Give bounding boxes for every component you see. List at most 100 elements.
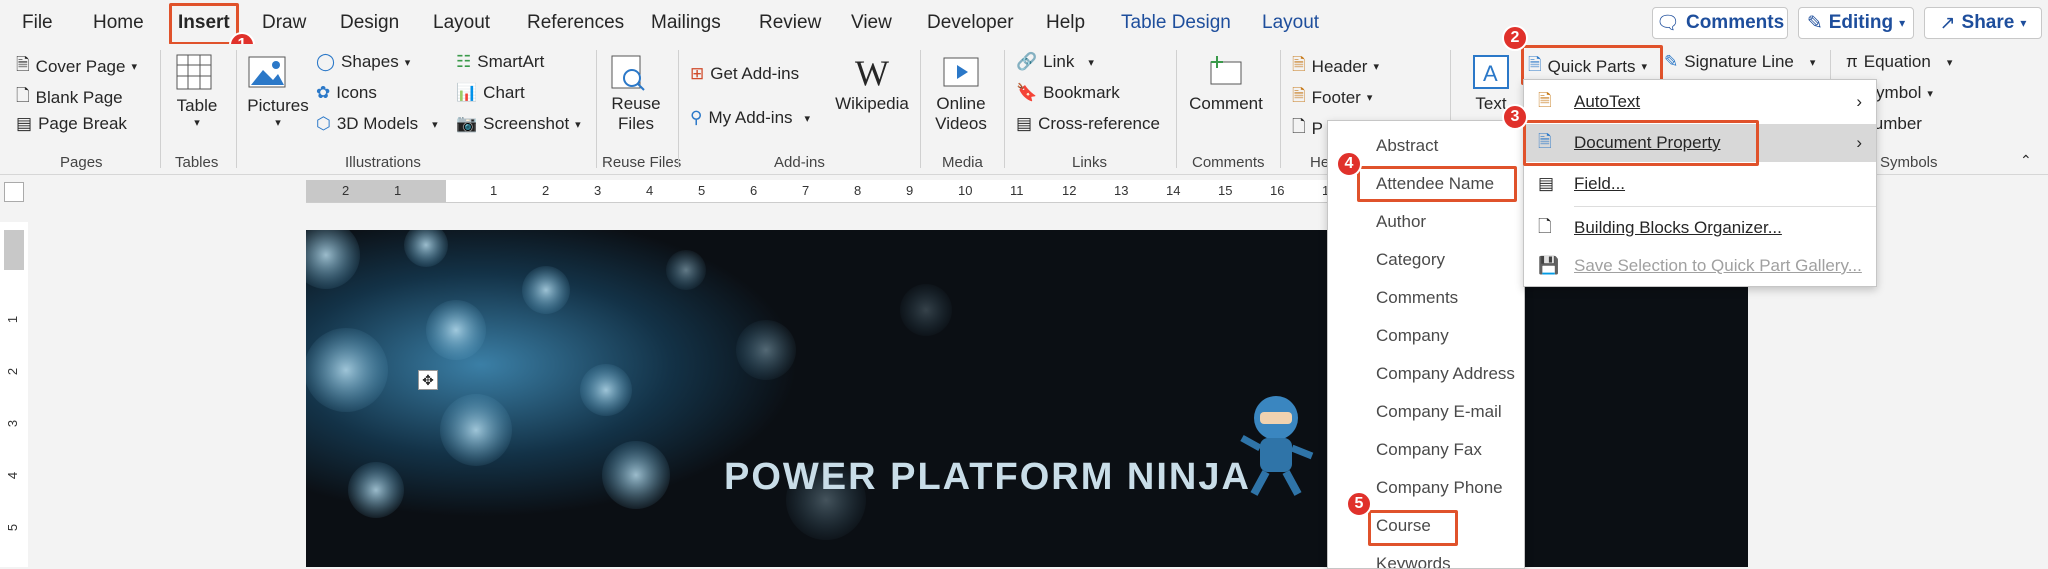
table-icon	[176, 54, 212, 90]
tab-home[interactable]: Home	[93, 12, 144, 34]
ribbon-tab-bar: File Home Insert Draw Design Layout Refe…	[0, 0, 2048, 58]
store-icon: ⊞	[690, 64, 705, 83]
property-menu-item[interactable]: Category	[1376, 250, 1445, 270]
new-comment-button[interactable]: Comment	[1186, 52, 1266, 114]
ruler-label: 13	[1114, 183, 1129, 198]
my-add-ins-button[interactable]: ⚲ My Add-ins ▾	[690, 108, 810, 128]
shapes-label: Shapes	[341, 52, 399, 71]
tab-table-layout[interactable]: Layout	[1262, 12, 1319, 34]
property-menu-item[interactable]: Company E-mail	[1376, 402, 1502, 422]
property-menu-item[interactable]: Company Phone	[1376, 478, 1503, 498]
table-move-handle[interactable]: ✥	[418, 370, 438, 390]
group-label-media: Media	[942, 154, 983, 171]
header-button[interactable]: 🗎 Header ▾	[1292, 52, 1379, 81]
page-break-button[interactable]: ▤ Page Break	[16, 114, 127, 134]
ruler-corner[interactable]	[4, 182, 24, 202]
share-button[interactable]: ↗ Share ▾	[1924, 7, 2042, 39]
step-badge-2: 2	[1502, 25, 1528, 51]
step-badge-4: 4	[1336, 151, 1362, 177]
tab-draw[interactable]: Draw	[262, 12, 306, 34]
property-menu-item[interactable]: Comments	[1376, 288, 1458, 308]
bookmark-button[interactable]: 🔖 Bookmark	[1016, 83, 1120, 103]
save-selection-menu-item[interactable]: 💾 Save Selection to Quick Part Gallery..…	[1524, 248, 1876, 284]
tab-table-design[interactable]: Table Design	[1121, 12, 1231, 34]
chart-button[interactable]: 📊 Chart	[456, 83, 525, 103]
reuse-files-button[interactable]: Reuse Files	[606, 52, 666, 134]
cover-page-button[interactable]: 🗎 Cover Page ▾	[16, 52, 137, 81]
text-box-icon: A	[1473, 55, 1509, 89]
ruler-label: 14	[1166, 183, 1181, 198]
header-icon: 🗎	[1292, 55, 1306, 74]
autotext-menu-item[interactable]: 🗎 AutoText ›	[1524, 84, 1876, 120]
equation-button[interactable]: π Equation ▾	[1846, 52, 1952, 72]
cross-reference-button[interactable]: ▤ Cross-reference	[1016, 114, 1160, 134]
link-button[interactable]: 🔗 Link ▾	[1016, 52, 1094, 72]
cover-page-label: Cover Page	[35, 56, 126, 76]
blank-page-icon: 🗋	[16, 86, 30, 105]
quick-parts-menu: 🗎 AutoText › 🗎 Document Property › ▤ Fie…	[1523, 79, 1877, 287]
cross-reference-label: Cross-reference	[1038, 114, 1160, 133]
vertical-ruler-label: 3	[5, 419, 21, 428]
tab-mailings[interactable]: Mailings	[651, 12, 721, 34]
ruler-label: 2	[542, 183, 550, 198]
group-separator	[236, 50, 237, 168]
comments-button[interactable]: 🗨 Comments	[1652, 7, 1788, 39]
tab-help[interactable]: Help	[1046, 12, 1085, 34]
property-menu-item[interactable]: Company	[1376, 326, 1449, 346]
page-number-button[interactable]: 🗋 P	[1292, 114, 1323, 143]
icons-button[interactable]: ✿ Icons	[316, 83, 377, 103]
property-menu-item[interactable]: Company Fax	[1376, 440, 1482, 460]
wikipedia-button[interactable]: W Wikipedia	[834, 52, 910, 114]
tab-file[interactable]: File	[22, 12, 53, 34]
ruler-margin-shade	[4, 230, 24, 270]
tab-view[interactable]: View	[851, 12, 892, 34]
table-button[interactable]: Table ▾	[174, 52, 220, 129]
editing-button[interactable]: ✎ Editing ▾	[1798, 7, 1914, 39]
screenshot-button[interactable]: 📷 Screenshot ▾	[456, 114, 581, 134]
get-add-ins-label: Get Add-ins	[710, 64, 800, 83]
pictures-button[interactable]: Pictures ▾	[246, 52, 310, 129]
reuse-files-label-1: Reuse	[611, 94, 661, 113]
3d-models-button[interactable]: ⬡ 3D Models ▾	[316, 114, 438, 134]
link-icon: 🔗	[1016, 52, 1038, 71]
signature-line-label: Signature Line	[1684, 52, 1794, 71]
property-menu-item[interactable]: Abstract	[1376, 136, 1438, 156]
chart-icon: 📊	[456, 83, 478, 102]
footer-label: Footer	[1311, 87, 1361, 107]
collapse-ribbon-button[interactable]: ⌃	[2020, 152, 2032, 169]
highlight-course	[1368, 510, 1458, 546]
highlight-attendee-name	[1357, 166, 1517, 202]
pencil-icon: ✎	[1806, 12, 1823, 34]
group-label-links: Links	[1072, 154, 1108, 171]
ninja-mascot-image	[1240, 396, 1314, 496]
comments-label: Comments	[1685, 12, 1785, 33]
property-menu-item[interactable]: Author	[1376, 212, 1426, 232]
blank-page-button[interactable]: 🗋 Blank Page	[16, 83, 123, 112]
field-menu-item[interactable]: ▤ Field...	[1524, 166, 1876, 202]
smartart-button[interactable]: ☷ SmartArt	[456, 52, 544, 72]
cube-icon: ⬡	[316, 114, 331, 133]
new-comment-icon	[1210, 56, 1242, 85]
tab-layout[interactable]: Layout	[433, 12, 490, 34]
tab-design[interactable]: Design	[340, 12, 399, 34]
step-badge-5: 5	[1346, 491, 1372, 517]
group-separator	[1176, 50, 1177, 168]
vertical-ruler[interactable]: 1 2 3 4 5	[0, 222, 28, 567]
vertical-ruler-label: 4	[5, 471, 21, 480]
building-blocks-organizer-menu-item[interactable]: 🗋 Building Blocks Organizer...	[1524, 210, 1876, 246]
tab-review[interactable]: Review	[759, 12, 821, 34]
footer-button[interactable]: 🗎 Footer ▾	[1292, 83, 1372, 112]
signature-line-button[interactable]: ✎ Signature Line ▾	[1664, 52, 1815, 72]
tab-references[interactable]: References	[527, 12, 624, 34]
get-add-ins-button[interactable]: ⊞ Get Add-ins	[690, 64, 799, 84]
tab-developer[interactable]: Developer	[927, 12, 1014, 34]
table-label: Table	[176, 96, 218, 115]
wikipedia-icon: W	[855, 53, 889, 93]
vertical-ruler-label: 2	[5, 367, 21, 376]
ruler-label: 1	[490, 183, 498, 198]
property-menu-item[interactable]: Company Address	[1376, 364, 1515, 384]
online-videos-button[interactable]: Online Videos	[930, 52, 992, 134]
shapes-button[interactable]: ◯ Shapes ▾	[316, 52, 410, 72]
shapes-icon: ◯	[316, 52, 336, 71]
editing-label: Editing	[1828, 12, 1894, 33]
